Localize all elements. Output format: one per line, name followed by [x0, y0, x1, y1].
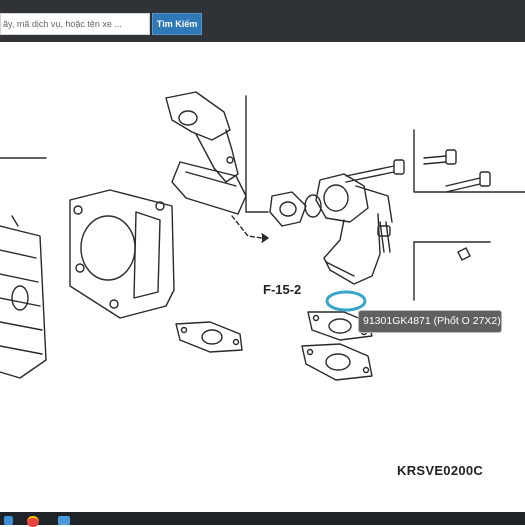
search-button[interactable]: Tìm Kiếm — [152, 13, 202, 35]
cylinder-block — [0, 157, 47, 379]
gasket-lower-left — [175, 321, 243, 353]
diagram-code: KRSVE0200C — [397, 463, 484, 478]
highlighted-o-ring — [325, 290, 367, 312]
chrome-icon[interactable] — [27, 516, 39, 527]
taskbar — [0, 512, 525, 525]
search-input[interactable] — [0, 13, 150, 35]
frame-line-bolts — [413, 129, 525, 193]
gasket-lower-right-2 — [301, 343, 373, 381]
part-tooltip: 91301GK4871 (Phốt O 27X2) — [358, 310, 502, 333]
windows-icon[interactable] — [4, 516, 13, 525]
reference-label[interactable]: F-15-2 — [263, 282, 301, 297]
frame-line-top — [245, 95, 269, 213]
top-bar: Tìm Kiếm — [0, 0, 525, 42]
cylinder-gasket — [69, 189, 175, 319]
gasket-small — [269, 191, 307, 227]
parts-diagram: F-15-2 KRSVE0200C 91301GK4871 (Phốt O 27… — [0, 42, 525, 485]
diagram-drawing — [0, 91, 525, 381]
intake-pipe-upper — [165, 91, 247, 215]
bolt-group — [345, 149, 491, 253]
reference-arrow — [231, 215, 263, 239]
app-icon[interactable] — [58, 516, 70, 525]
